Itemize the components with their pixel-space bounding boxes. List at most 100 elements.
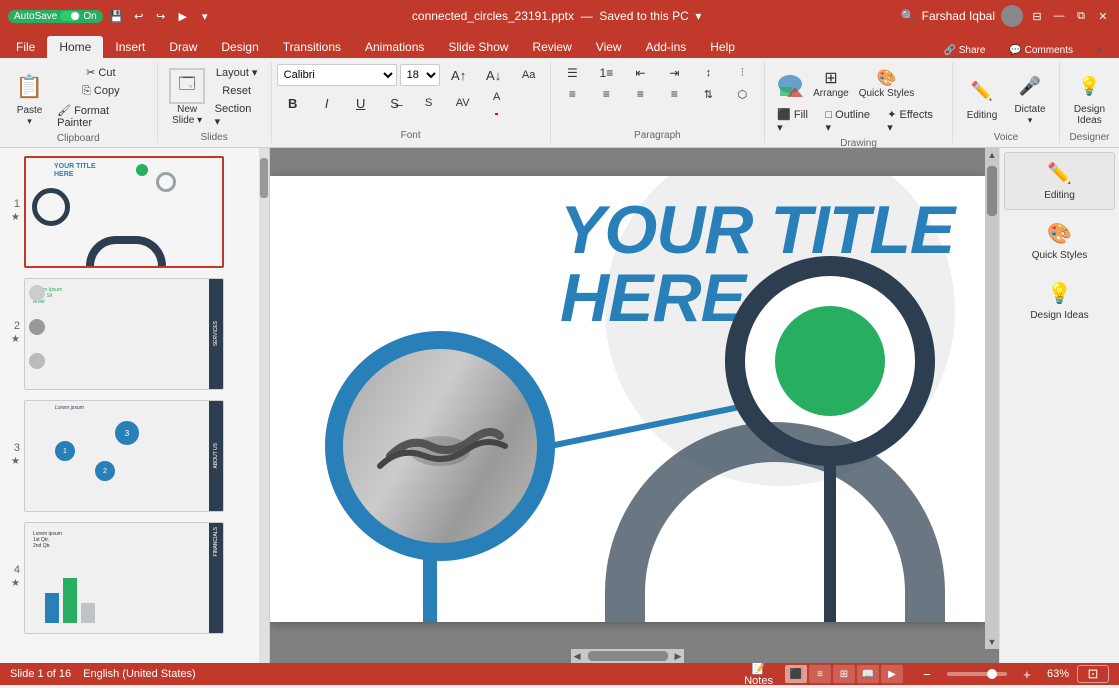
tab-home[interactable]: Home — [47, 36, 103, 58]
slide-thumb-3[interactable]: 3 ★ ABOUT US 3 2 1 Lorem ipsum — [4, 398, 258, 514]
present-button[interactable]: ▶ — [175, 8, 191, 24]
underline-button[interactable]: U — [345, 95, 377, 112]
ribbon-display-button[interactable]: ⊟ — [1029, 8, 1045, 24]
char-spacing-button[interactable]: AV — [447, 95, 479, 111]
redo-button[interactable]: ↪ — [153, 8, 169, 24]
tab-design[interactable]: Design — [209, 36, 270, 58]
font-name-select[interactable]: Calibri — [277, 64, 397, 86]
design-ideas-panel-button[interactable]: 💡 Design Ideas — [1004, 272, 1115, 330]
font-size-select[interactable]: 18 — [400, 64, 440, 86]
shapes-button[interactable] — [773, 67, 807, 101]
reading-view-button[interactable]: 📖 — [857, 665, 879, 683]
scroll-thumb-v[interactable] — [987, 166, 997, 216]
notes-button[interactable]: 📝 Notes — [740, 661, 777, 688]
autosave-toggle[interactable] — [60, 11, 80, 21]
zoom-out-button[interactable]: − — [911, 667, 943, 682]
clear-format-button[interactable]: Aa — [513, 67, 545, 83]
scroll-up-arrow[interactable]: ▲ — [986, 148, 999, 162]
slide-thumb-1[interactable]: 1 ★ YOUR TITLEHERE — [4, 154, 258, 270]
autosave-badge[interactable]: AutoSave On — [8, 10, 103, 23]
new-slide-button[interactable]: 🗔 New Slide ▾ — [166, 64, 209, 130]
slide-thumbnail-2[interactable]: SERVICES Lorem IpsumDolor SitAmet — [24, 278, 224, 390]
close-button[interactable]: ✕ — [1095, 8, 1111, 24]
tab-slideshow[interactable]: Slide Show — [436, 36, 520, 58]
line-spacing-button[interactable]: ↕ — [692, 64, 724, 82]
text-direction-button[interactable]: ⇅ — [692, 85, 724, 103]
fit-slide-button[interactable]: ⊡ — [1077, 665, 1109, 683]
tab-animations[interactable]: Animations — [353, 36, 436, 58]
scroll-right-arrow[interactable]: ▶ — [672, 651, 685, 662]
canvas-scrollbar-h[interactable]: ◀ ▶ — [571, 649, 685, 663]
tab-help[interactable]: Help — [698, 36, 747, 58]
slide-panel-scrollbar[interactable] — [259, 148, 269, 663]
justify-button[interactable]: ≡ — [658, 85, 690, 103]
normal-view-button[interactable]: ⬛ — [785, 665, 807, 683]
share-button[interactable]: 🔗 Share — [934, 43, 996, 58]
strikethrough-button[interactable]: S̶ — [379, 95, 411, 112]
arrange-button[interactable]: ⊞ Arrange — [809, 64, 853, 103]
tab-file[interactable]: File — [4, 36, 47, 58]
tab-draw[interactable]: Draw — [157, 36, 209, 58]
minimize-button[interactable]: — — [1051, 8, 1067, 24]
zoom-slider[interactable] — [947, 672, 1007, 676]
shape-outline-button[interactable]: □ Outline ▾ — [821, 106, 881, 136]
search-icon[interactable]: 🔍 — [901, 9, 916, 23]
align-center-button[interactable]: ≡ — [590, 85, 622, 103]
align-right-button[interactable]: ≡ — [624, 85, 656, 103]
decrease-font-button[interactable]: A↓ — [478, 67, 510, 84]
font-color-button[interactable]: A — [481, 89, 513, 117]
comments-button[interactable]: 💬 Comments — [999, 43, 1083, 58]
layout-button[interactable]: Layout ▾ — [211, 64, 263, 81]
slide-sorter-button[interactable]: ⊞ — [833, 665, 855, 683]
zoom-in-button[interactable]: + — [1011, 667, 1043, 682]
increase-font-button[interactable]: A↑ — [443, 67, 475, 84]
slide-thumbnail-3[interactable]: ABOUT US 3 2 1 Lorem ipsum — [24, 400, 224, 512]
restore-button[interactable]: ⧉ — [1073, 8, 1089, 24]
scroll-left-arrow[interactable]: ◀ — [571, 651, 584, 662]
section-button[interactable]: Section ▾ — [211, 101, 263, 130]
cut-button[interactable]: ✂ Cut — [53, 64, 148, 81]
format-painter-button[interactable]: 🖌 Format Painter — [53, 102, 148, 131]
slide-thumb-2[interactable]: 2 ★ SERVICES Lorem IpsumDolor SitAmet — [4, 276, 258, 392]
tab-insert[interactable]: Insert — [103, 36, 157, 58]
shape-fill-button[interactable]: ⬛ Fill ▾ — [773, 106, 819, 136]
columns-button[interactable]: ⫶ — [726, 64, 758, 82]
save-button[interactable]: 💾 — [109, 8, 125, 24]
shadow-button[interactable]: S — [413, 96, 445, 110]
reset-button[interactable]: Reset — [211, 83, 263, 99]
customize-button[interactable]: ▾ — [197, 8, 213, 24]
tab-transitions[interactable]: Transitions — [271, 36, 353, 58]
slide-thumbnail-4[interactable]: FINANCIALS Lorem ipsum1st Qtr.2nd Qtr. — [24, 522, 224, 634]
slide-canvas[interactable]: YOUR TITLE HERE — [270, 176, 985, 622]
quick-styles-button[interactable]: 🎨 Quick Styles — [855, 64, 919, 103]
slide-thumb-4[interactable]: 4 ★ FINANCIALS Lorem ipsu — [4, 520, 258, 636]
increase-indent-button[interactable]: ⇥ — [658, 64, 690, 82]
editing-button[interactable]: ✏️ Editing — [960, 70, 1004, 125]
undo-button[interactable]: ↩ — [131, 8, 147, 24]
bullets-button[interactable]: ☰ — [556, 64, 588, 82]
align-left-button[interactable]: ≡ — [556, 85, 588, 103]
presenter-view-button[interactable]: ▶ — [881, 665, 903, 683]
tab-addins[interactable]: Add-ins — [634, 36, 699, 58]
convert-to-smartart-button[interactable]: ⬡ — [726, 85, 758, 103]
scroll-down-arrow[interactable]: ▼ — [986, 635, 999, 649]
tab-review[interactable]: Review — [520, 36, 583, 58]
quick-styles-panel-button[interactable]: 🎨 Quick Styles — [1004, 212, 1115, 270]
paste-button[interactable]: 📋 Paste ▾ — [8, 65, 51, 131]
numbering-button[interactable]: 1≡ — [590, 64, 622, 82]
outline-view-button[interactable]: ≡ — [809, 665, 831, 683]
bold-button[interactable]: B — [277, 95, 309, 112]
shape-effects-button[interactable]: ✦ Effects ▾ — [883, 106, 944, 136]
slide-thumbnail-1[interactable]: YOUR TITLEHERE — [24, 156, 224, 268]
slide-panel-scroll-thumb[interactable] — [260, 158, 268, 198]
decrease-indent-button[interactable]: ⇤ — [624, 64, 656, 82]
italic-button[interactable]: I — [311, 95, 343, 112]
zoom-thumb[interactable] — [987, 669, 997, 679]
canvas-scrollbar-v[interactable]: ▲ ▼ — [985, 148, 999, 649]
tab-view[interactable]: View — [584, 36, 634, 58]
ribbon-collapse-button[interactable]: ∧ — [1083, 43, 1115, 58]
scroll-thumb-h[interactable] — [588, 651, 668, 661]
copy-button[interactable]: ⎘ Copy — [53, 83, 148, 100]
editing-panel-button[interactable]: ✏️ Editing — [1004, 152, 1115, 210]
dictate-button[interactable]: 🎤 Dictate ▾ — [1008, 64, 1052, 130]
